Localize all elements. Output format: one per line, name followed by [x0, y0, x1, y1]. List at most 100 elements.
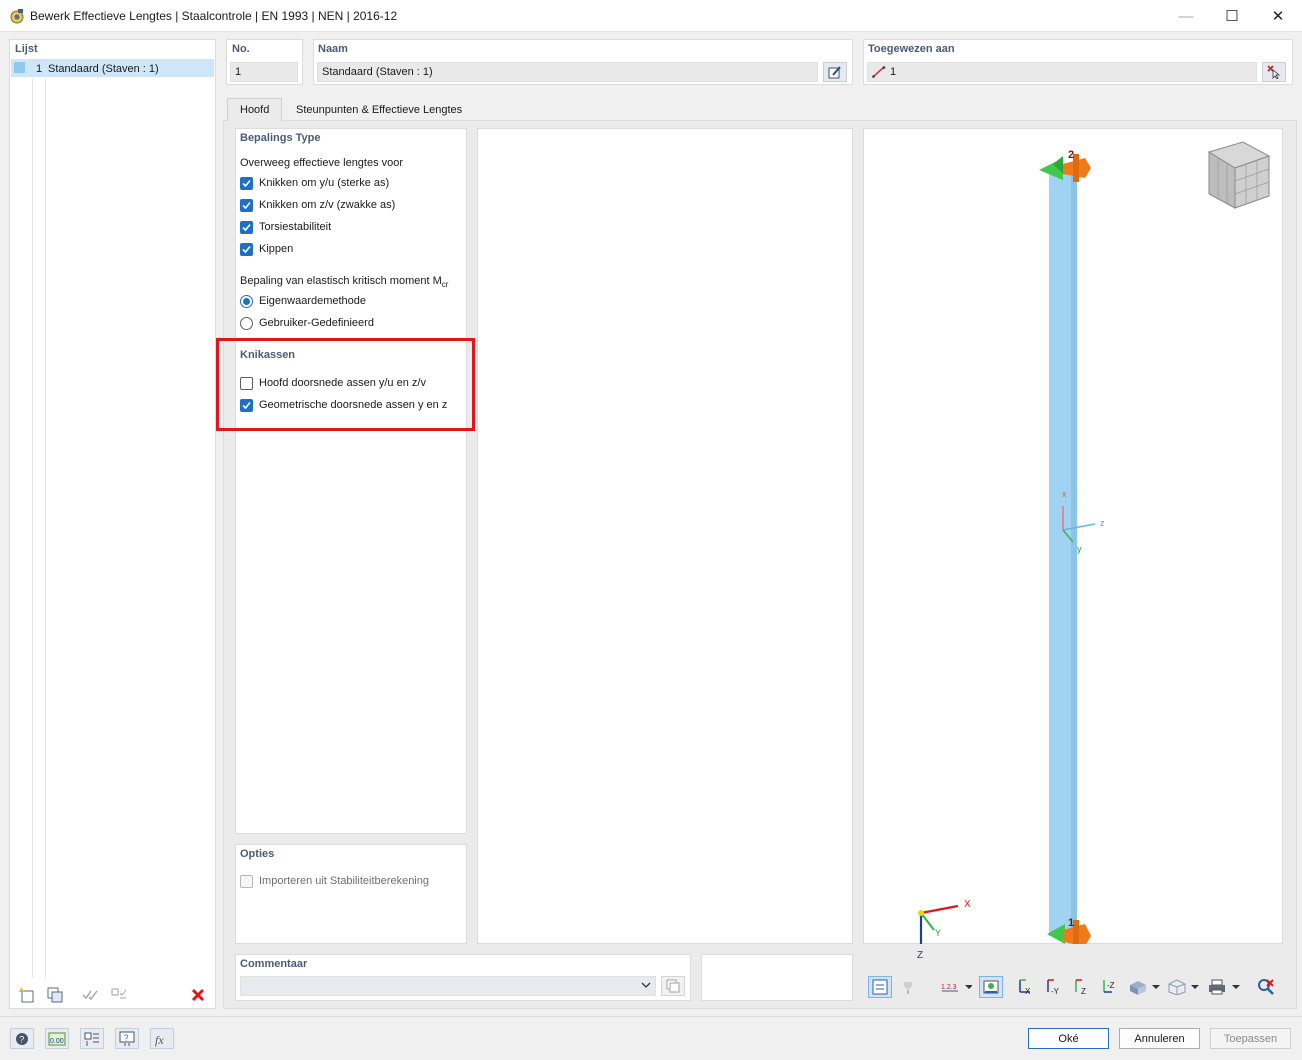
- info-button[interactable]: ?: [115, 1028, 139, 1049]
- apply-button[interactable]: Toepassen: [1210, 1028, 1291, 1049]
- delete-icon: [191, 988, 205, 1002]
- svg-text:fx: fx: [155, 1033, 164, 1047]
- list-item-color: [14, 62, 25, 73]
- global-z-label: Z: [917, 950, 924, 961]
- assigned-field[interactable]: 1: [867, 62, 1257, 82]
- maximize-button[interactable]: ☐: [1209, 0, 1255, 32]
- checkbox-label: Knikken om y/u (sterke as): [259, 177, 390, 189]
- display-style-button[interactable]: [1127, 976, 1161, 998]
- member-icon: [872, 66, 886, 81]
- highlight-box: [216, 338, 475, 431]
- print-button[interactable]: [1206, 976, 1242, 998]
- checkbox-row-import[interactable]: Importeren uit Stabiliteitberekening: [240, 870, 429, 892]
- svg-text:?: ?: [19, 1034, 24, 1044]
- radio-label: Gebruiker-Gedefinieerd: [259, 317, 374, 329]
- radio-row-eigenwaarde[interactable]: Eigenwaardemethode: [240, 290, 366, 312]
- units-icon: 0.00: [48, 1032, 66, 1045]
- render-button[interactable]: [896, 976, 920, 998]
- view-z-button[interactable]: Z: [1069, 976, 1093, 998]
- close-button[interactable]: ✕: [1255, 0, 1301, 32]
- view-minus-y-button[interactable]: -Y: [1041, 976, 1065, 998]
- cancel-button[interactable]: Annuleren: [1119, 1028, 1200, 1049]
- app-icon: [9, 8, 25, 24]
- svg-text:?: ?: [124, 1033, 129, 1042]
- tab-steunpunten[interactable]: Steunpunten & Effectieve Lengtes: [288, 99, 470, 121]
- select-assigned-button[interactable]: [1262, 62, 1286, 82]
- checkbox-icon[interactable]: [240, 176, 253, 190]
- view-minus-z-button[interactable]: -Z: [1097, 976, 1121, 998]
- checkbox-icon[interactable]: [240, 874, 253, 888]
- checkbox-row-buckling-z[interactable]: Knikken om z/v (zwakke as): [240, 194, 395, 216]
- formula-button[interactable]: fx: [150, 1028, 174, 1049]
- name-label: Naam: [318, 43, 348, 55]
- radio-icon[interactable]: [240, 316, 253, 330]
- checkbox-icon[interactable]: [240, 198, 253, 212]
- new-item-icon: [19, 987, 34, 1003]
- display-style-icon: [1130, 981, 1160, 995]
- svg-text:-Z: -Z: [1107, 981, 1115, 990]
- no-field[interactable]: 1: [230, 62, 298, 82]
- checkbox-label: Importeren uit Stabiliteitberekening: [259, 875, 429, 887]
- checkbox-icon[interactable]: [240, 242, 253, 256]
- copy-item-button[interactable]: [43, 984, 67, 1006]
- window-title: Bewerk Effectieve Lengtes | Staalcontrol…: [30, 9, 398, 23]
- node-label-top: 2: [1068, 149, 1075, 161]
- help-icon: ?: [16, 1032, 28, 1045]
- radio-label: Eigenwaardemethode: [259, 295, 367, 307]
- global-x-label: X: [964, 899, 971, 910]
- view-x-button[interactable]: X: [1013, 976, 1037, 998]
- local-z-label: z: [1100, 518, 1105, 528]
- checkbox-icon[interactable]: [240, 220, 253, 234]
- zoom-all-icon: [872, 979, 888, 995]
- iso-view-icon: [1168, 979, 1199, 995]
- edit-icon: [828, 66, 841, 79]
- check-all-button[interactable]: [78, 984, 102, 1006]
- uncheck-button[interactable]: [107, 984, 131, 1006]
- new-item-button[interactable]: [15, 984, 39, 1006]
- comment-input[interactable]: [240, 976, 656, 996]
- footer-divider: [0, 1016, 1302, 1017]
- numbering-button[interactable]: 1.2.3: [938, 976, 974, 998]
- formula-icon: fx: [155, 1033, 164, 1047]
- print-icon: [1209, 979, 1240, 995]
- list-header: Lijst: [15, 43, 38, 55]
- reset-view-button[interactable]: [1254, 976, 1278, 998]
- checkbox-row-kippen[interactable]: Kippen: [240, 238, 293, 260]
- iso-view-button[interactable]: [1165, 976, 1201, 998]
- bepalings-header: Bepalings Type: [240, 132, 321, 144]
- comment-header: Commentaar: [240, 958, 308, 970]
- radio-row-gebruiker[interactable]: Gebruiker-Gedefinieerd: [240, 312, 374, 334]
- minimize-icon: —: [1178, 7, 1194, 25]
- svg-text:0.00: 0.00: [50, 1038, 64, 1045]
- checkbox-label: Kippen: [259, 243, 294, 255]
- edit-name-button[interactable]: [823, 62, 847, 82]
- name-field[interactable]: Standaard (Staven : 1): [317, 62, 818, 82]
- ok-button[interactable]: Oké: [1028, 1028, 1109, 1049]
- radio-icon[interactable]: [240, 294, 253, 308]
- assigned-label: Toegewezen aan: [868, 43, 955, 55]
- checkbox-row-torsion[interactable]: Torsiestabiliteit: [240, 216, 331, 238]
- list-item-label: Standaard (Staven : 1): [48, 63, 159, 75]
- visibility-button[interactable]: [979, 976, 1003, 998]
- minimize-button[interactable]: —: [1163, 0, 1209, 32]
- local-x-label: x: [1062, 489, 1067, 499]
- info-icon: ?: [119, 1031, 135, 1046]
- comment-extra-panel: [701, 954, 853, 1001]
- check-all-icon: [82, 990, 98, 1001]
- tab-hoofd[interactable]: Hoofd: [227, 98, 283, 121]
- svg-text:1.2.3: 1.2.3: [941, 984, 957, 991]
- filter-button[interactable]: [80, 1028, 104, 1049]
- uncheck-icon: [111, 988, 127, 999]
- delete-button[interactable]: [186, 984, 210, 1006]
- comment-library-button[interactable]: [661, 976, 685, 996]
- render-icon: [904, 982, 912, 994]
- help-button[interactable]: ?: [10, 1028, 34, 1049]
- node-label-bottom: 1: [1068, 917, 1075, 929]
- zoom-all-button[interactable]: [868, 976, 892, 998]
- checkbox-row-buckling-y[interactable]: Knikken om y/u (sterke as): [240, 172, 389, 194]
- chevron-down-icon[interactable]: [641, 980, 651, 993]
- checkbox-label: Knikken om z/v (zwakke as): [259, 199, 396, 211]
- svg-text:Z: Z: [1081, 987, 1086, 996]
- view-z-icon: Z: [1075, 979, 1086, 996]
- units-button[interactable]: 0.00: [45, 1028, 69, 1049]
